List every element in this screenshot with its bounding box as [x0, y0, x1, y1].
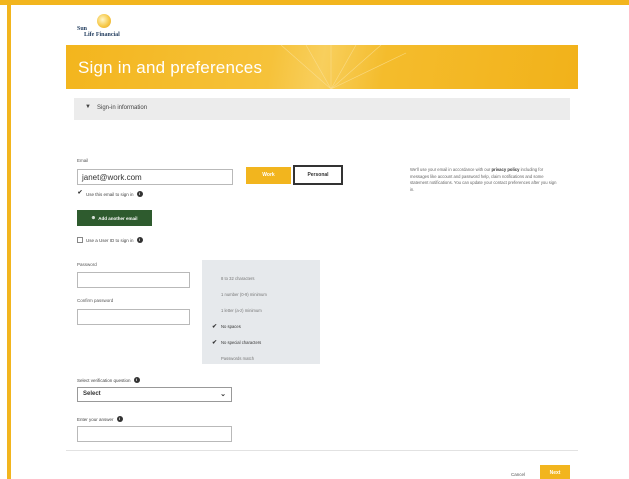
info-icon[interactable]: i — [136, 191, 143, 197]
requirement-item: 8 to 32 characters — [212, 270, 320, 286]
use-email-sign-in-checkbox[interactable]: ✔ — [77, 190, 83, 197]
password-label: Password — [77, 262, 97, 267]
chevron-down-icon: ⌄ — [220, 391, 226, 398]
add-another-email-button[interactable]: ⊕ Add another email — [77, 210, 152, 226]
email-type-work-button[interactable]: Work — [246, 167, 291, 184]
section-title: Sign-in information — [97, 105, 148, 111]
footer-divider — [66, 450, 578, 451]
security-question-value: Select — [83, 391, 101, 397]
password-requirements: 8 to 32 characters 1 number (0-9) minimu… — [202, 260, 320, 364]
sun-icon — [97, 14, 111, 28]
password-field[interactable] — [77, 272, 190, 288]
logo-text-line2: Life Financial — [84, 32, 120, 38]
use-userid-sign-in-row: Use a User ID to sign in i — [77, 237, 143, 243]
answer-label: Enter your answer — [77, 416, 114, 422]
requirement-item: ✔ No spaces — [212, 318, 320, 334]
requirement-item: ✔ No special characters — [212, 334, 320, 350]
info-icon[interactable]: i — [116, 416, 123, 422]
requirement-text: Passwords match — [221, 355, 255, 361]
frame-top-border — [0, 0, 629, 5]
cancel-link[interactable]: Cancel — [511, 472, 525, 477]
plus-icon: ⊕ — [91, 215, 96, 220]
next-button[interactable]: Next — [540, 465, 570, 479]
answer-label-row: Enter your answer i — [77, 416, 123, 422]
info-icon[interactable]: i — [133, 377, 140, 383]
security-question-label-row: Select verification question i — [77, 377, 140, 383]
answer-field[interactable] — [77, 426, 232, 442]
requirement-text: 1 number (0-9) minimum — [221, 291, 267, 297]
sun-life-logo[interactable]: Sun Life Financial — [77, 14, 167, 40]
frame-left-border — [7, 0, 11, 479]
requirement-text: No special characters — [221, 339, 262, 345]
requirement-text: 8 to 32 characters — [221, 275, 255, 281]
checkmark-icon: ✔ — [212, 339, 218, 346]
requirement-item: Passwords match — [212, 350, 320, 366]
requirement-text: No spaces — [221, 323, 241, 329]
section-toggle-sign-in-information[interactable]: ▼ Sign-in information — [74, 98, 570, 120]
add-another-email-label: Add another email — [98, 215, 138, 221]
use-userid-sign-in-label: Use a User ID to sign in — [86, 237, 134, 243]
security-question-label: Select verification question — [77, 377, 131, 383]
privacy-info-text: We'll use your email in accordance with … — [410, 167, 558, 193]
checkmark-icon: ✔ — [212, 323, 218, 330]
confirm-password-field[interactable] — [77, 309, 190, 325]
caret-down-icon: ▼ — [85, 104, 91, 110]
email-label: Email — [77, 158, 89, 163]
security-question-select[interactable]: Select ⌄ — [77, 387, 232, 402]
use-email-sign-in-label: Use this email to sign in — [86, 191, 134, 197]
privacy-text-part1: We'll use your email in accordance with … — [410, 167, 491, 172]
page-title: Sign in and preferences — [78, 58, 263, 77]
use-userid-sign-in-checkbox[interactable] — [77, 237, 83, 243]
privacy-policy-link[interactable]: privacy policy — [492, 167, 520, 172]
use-email-sign-in-row: ✔ Use this email to sign in i — [77, 190, 143, 197]
requirement-item: 1 letter (a-z) minimum — [212, 302, 320, 318]
requirement-text: 1 letter (a-z) minimum — [221, 307, 262, 313]
confirm-password-label: Confirm password — [77, 298, 114, 303]
info-icon[interactable]: i — [136, 237, 143, 243]
page-container: Sun Life Financial Sign in and preferenc… — [60, 10, 587, 479]
email-type-personal-button[interactable]: Personal — [293, 165, 343, 185]
page-banner: Sign in and preferences — [66, 45, 578, 89]
requirement-item: 1 number (0-9) minimum — [212, 286, 320, 302]
email-field[interactable]: janet@work.com — [77, 169, 233, 185]
